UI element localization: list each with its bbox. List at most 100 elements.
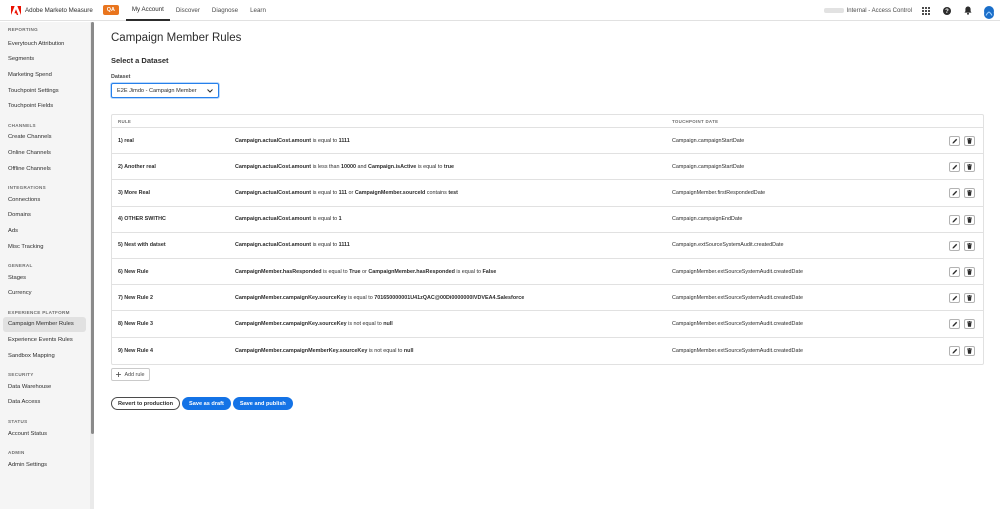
sidebar-item-campaign-member-rules[interactable]: Campaign Member Rules	[3, 316, 86, 333]
edit-rule-button[interactable]	[949, 266, 960, 277]
adobe-logo-icon[interactable]	[10, 5, 21, 16]
tab-learn[interactable]: Learn	[244, 0, 272, 21]
help-icon[interactable]: ?	[942, 6, 952, 16]
top-bar: Adobe Marketo Measure QA My Account Disco…	[0, 0, 1000, 21]
table-row: 1) real Campaign.actualCost.amount is equ…	[112, 128, 983, 155]
save-and-publish-button[interactable]: Save and publish	[232, 397, 293, 410]
trash-icon	[967, 347, 972, 354]
tab-diagnose[interactable]: Diagnose	[206, 0, 244, 21]
touchpoint-date: Campaign.campaignEndDate	[672, 216, 743, 223]
touchpoint-date: Campaign.extSourceSystemAudit.createdDat…	[672, 242, 784, 249]
sidebar-item-connections[interactable]: Connections	[0, 192, 86, 208]
condition-field: Campaign.actualCost.amount	[235, 137, 312, 144]
revert-to-production-button[interactable]: Revert to production	[111, 397, 181, 410]
delete-rule-button[interactable]	[964, 293, 975, 304]
delete-rule-button[interactable]	[964, 266, 975, 277]
org-switcher[interactable]: Internal - Access Control	[847, 8, 912, 14]
edit-rule-button[interactable]	[949, 345, 960, 356]
sidebar-item-offline-channels[interactable]: Offline Channels	[0, 161, 86, 177]
touchpoint-date: CampaignMember.extSourceSystemAudit.crea…	[672, 347, 803, 354]
edit-rule-button[interactable]	[949, 162, 960, 173]
trash-icon	[967, 216, 972, 223]
touchpoint-date: Campaign.campaignStartDate	[672, 163, 745, 170]
condition-operator: is not equal to	[346, 320, 384, 327]
sidebar-item-segments[interactable]: Segments	[0, 52, 86, 68]
sidebar-item-everytouch-attribution[interactable]: Everytouch Attribution	[0, 36, 86, 52]
condition-field: Campaign.isActive	[368, 163, 417, 170]
trash-icon	[967, 295, 972, 301]
edit-rule-button[interactable]	[949, 240, 960, 251]
rule-condition: CampaignMember.campaignMemberKey.sourceK…	[235, 348, 413, 354]
sidebar-item-ads[interactable]: Ads	[0, 223, 86, 239]
sidebar-section-experience-platform: EXPERIENCE PLATFORM	[8, 309, 70, 315]
rules-table-header: RULE TOUCHPOINT DATE	[112, 115, 983, 128]
sidebar-item-experience-events-rules[interactable]: Experience Events Rules	[0, 332, 86, 348]
top-nav: My Account Discover Diagnose Learn	[125, 0, 272, 21]
tab-my-account[interactable]: My Account	[125, 0, 170, 21]
table-row: 9) New Rule 4 CampaignMember.campaignMemb…	[112, 338, 983, 364]
sidebar-item-touchpoint-settings[interactable]: Touchpoint Settings	[0, 83, 86, 99]
condition-operator: is less than	[311, 163, 342, 170]
pencil-icon	[952, 348, 957, 353]
sidebar-item-online-channels[interactable]: Online Channels	[0, 145, 86, 161]
table-row: 6) New Rule CampaignMember.hasResponded i…	[112, 259, 983, 286]
table-row: 3) More Real Campaign.actualCost.amount i…	[112, 180, 983, 207]
condition-field: null	[403, 347, 414, 354]
delete-rule-button[interactable]	[964, 319, 975, 330]
trash-icon	[967, 138, 972, 144]
sidebar-item-stages[interactable]: Stages	[0, 270, 86, 286]
edit-rule-button[interactable]	[949, 319, 960, 330]
condition-operator: is equal to	[416, 163, 444, 170]
rule-name: 7) New Rule 2	[118, 294, 154, 301]
tab-discover[interactable]: Discover	[170, 0, 206, 21]
sidebar-item-create-channels[interactable]: Create Channels	[0, 130, 86, 146]
edit-rule-button[interactable]	[949, 188, 960, 199]
chevron-down-icon	[207, 88, 213, 93]
edit-rule-button[interactable]	[949, 214, 960, 225]
condition-field: Campaign.actualCost.amount	[235, 242, 312, 249]
delete-rule-button[interactable]	[964, 136, 975, 146]
touchpoint-date: CampaignMember.firstRespondedDate	[672, 189, 766, 196]
touchpoint-date: CampaignMember.extSourceSystemAudit.crea…	[672, 294, 803, 301]
dataset-picker[interactable]: E2E Jimdo - Campaign Member	[111, 83, 219, 98]
column-header-rule: RULE	[118, 118, 132, 124]
sidebar-item-admin-settings[interactable]: Admin Settings	[0, 457, 86, 473]
sidebar-section-admin: ADMIN	[8, 450, 25, 456]
sidebar-item-sandbox-mapping[interactable]: Sandbox Mapping	[0, 348, 86, 364]
sidebar-item-data-warehouse[interactable]: Data Warehouse	[0, 379, 86, 395]
trash-icon	[967, 321, 972, 328]
condition-field: Campaign.actualCost.amount	[235, 216, 312, 223]
sidebar-item-domains[interactable]: Domains	[0, 208, 86, 224]
select-dataset-heading: Select a Dataset	[111, 56, 169, 65]
delete-rule-button[interactable]	[964, 188, 975, 199]
rule-condition: CampaignMember.hasResponded is equal to …	[235, 269, 496, 275]
delete-rule-button[interactable]	[964, 214, 975, 225]
sidebar-item-currency[interactable]: Currency	[0, 286, 86, 302]
condition-field: test	[448, 189, 458, 196]
plus-icon	[116, 372, 122, 377]
edit-rule-button[interactable]	[949, 293, 960, 304]
sidebar-item-touchpoint-fields[interactable]: Touchpoint Fields	[0, 98, 86, 114]
sidebar-item-data-access[interactable]: Data Access	[0, 395, 86, 411]
save-as-draft-button[interactable]: Save as draft	[182, 397, 231, 410]
touchpoint-date: Campaign.campaignStartDate	[672, 137, 745, 144]
condition-field: True	[349, 268, 361, 275]
bell-icon[interactable]	[963, 6, 973, 16]
apps-grid-icon[interactable]	[921, 6, 931, 16]
product-name[interactable]: Adobe Marketo Measure	[25, 7, 93, 14]
rule-name: 5) Nest with datset	[118, 242, 166, 249]
delete-rule-button[interactable]	[964, 240, 975, 251]
delete-rule-button[interactable]	[964, 345, 975, 356]
condition-field: CampaignMember.campaignMemberKey.sourceK…	[235, 347, 368, 354]
sidebar-item-misc-tracking[interactable]: Misc Tracking	[0, 239, 86, 255]
edit-rule-button[interactable]	[949, 136, 960, 146]
rule-condition: Campaign.actualCost.amount is equal to 1…	[235, 190, 458, 196]
sidebar-section-status: STATUS	[8, 418, 28, 424]
sidebar-item-marketing-spend[interactable]: Marketing Spend	[0, 67, 86, 83]
delete-rule-button[interactable]	[964, 162, 975, 173]
sidebar-section-security: SECURITY	[8, 372, 34, 378]
add-rule-button[interactable]: Add rule	[111, 368, 150, 381]
sidebar-item-account-status[interactable]: Account Status	[0, 426, 86, 442]
condition-field: 1111	[338, 242, 350, 249]
avatar[interactable]	[984, 5, 994, 19]
